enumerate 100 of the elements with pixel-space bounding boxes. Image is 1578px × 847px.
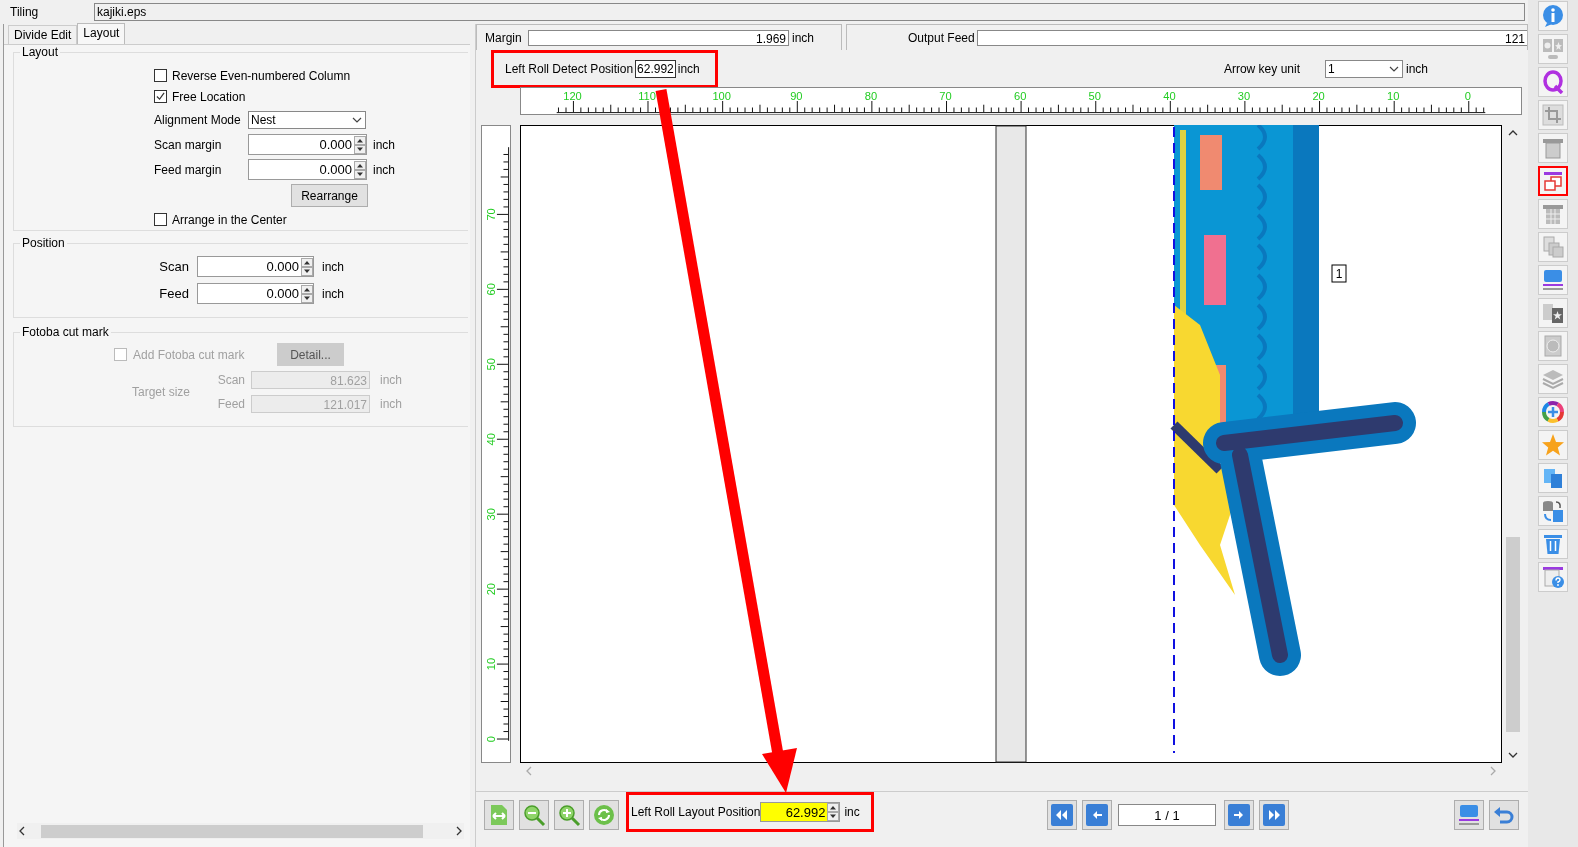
grid-button[interactable] bbox=[1538, 199, 1568, 229]
grid-icon bbox=[1541, 202, 1565, 226]
pages-icon bbox=[1541, 235, 1565, 259]
star-badge-button[interactable] bbox=[1538, 331, 1568, 361]
tray-badge-button[interactable] bbox=[1538, 265, 1568, 295]
unit-label: inch bbox=[373, 137, 395, 152]
trash-button[interactable] bbox=[1538, 529, 1568, 559]
info-button[interactable] bbox=[1538, 1, 1568, 31]
group-title: Layout bbox=[21, 45, 60, 59]
layout-position-field[interactable]: 62.992 bbox=[760, 802, 841, 822]
checkbox[interactable] bbox=[154, 90, 167, 103]
crop-button[interactable] bbox=[1538, 100, 1568, 130]
scrollbar-thumb[interactable] bbox=[41, 824, 423, 838]
spinner-icon[interactable] bbox=[354, 160, 366, 179]
star-cards-icon bbox=[1541, 301, 1565, 325]
scroll-up-icon[interactable] bbox=[1508, 128, 1518, 138]
documents-button[interactable] bbox=[1538, 463, 1568, 493]
next-page-button[interactable] bbox=[1224, 800, 1254, 830]
ruler-label: 50 bbox=[1088, 90, 1101, 103]
previous-page-button[interactable] bbox=[1082, 800, 1112, 830]
target-size-label: Target size bbox=[131, 385, 192, 399]
field-label: Arrow key unit bbox=[1223, 61, 1300, 76]
refresh-button[interactable] bbox=[589, 800, 619, 830]
unit-label: inc bbox=[844, 805, 860, 819]
ruler-label: 10 bbox=[485, 657, 498, 671]
spinner-icon[interactable] bbox=[301, 284, 313, 303]
field-label: Alignment Mode bbox=[154, 112, 242, 127]
layout-icon bbox=[1541, 169, 1565, 193]
spin-field[interactable]: 0.000 bbox=[248, 159, 367, 180]
spin-field[interactable]: 0.000 bbox=[248, 134, 367, 155]
horizontal-scrollbar[interactable] bbox=[17, 823, 464, 839]
spin-field[interactable]: 0.000 bbox=[197, 283, 314, 304]
ruler-label: 70 bbox=[485, 208, 498, 221]
checkbox[interactable] bbox=[154, 69, 167, 82]
spinner-icon[interactable] bbox=[827, 803, 840, 821]
next-page-icon bbox=[1227, 803, 1251, 827]
field-label: Output Feed bbox=[908, 30, 975, 45]
unit-label: inch bbox=[792, 30, 814, 45]
spinner-icon[interactable] bbox=[354, 135, 366, 154]
star-button[interactable] bbox=[1538, 430, 1568, 460]
unit-label: inch bbox=[677, 61, 700, 76]
unit-label: inch bbox=[379, 397, 403, 411]
spin-field[interactable]: 0.000 bbox=[197, 256, 314, 277]
scrollbar-thumb[interactable] bbox=[1506, 537, 1520, 732]
star-cards-button[interactable] bbox=[1538, 298, 1568, 328]
ruler-label: 110 bbox=[638, 90, 656, 103]
ring-icon bbox=[1541, 70, 1565, 94]
spinner-icon[interactable] bbox=[301, 257, 313, 276]
unit-label: inch bbox=[322, 259, 345, 274]
trash-icon bbox=[1541, 532, 1565, 556]
ring-button[interactable] bbox=[1538, 67, 1568, 97]
output-feed-field[interactable]: 121 bbox=[976, 29, 1527, 46]
tab[interactable]: Divide Edit bbox=[8, 25, 78, 44]
scroll-left-icon[interactable] bbox=[17, 826, 27, 836]
field-label: Feed margin bbox=[154, 162, 223, 177]
zoom-in-button[interactable] bbox=[554, 800, 584, 830]
zoom-out-icon bbox=[522, 803, 546, 827]
layout-canvas[interactable]: 1 bbox=[520, 125, 1502, 763]
checkbox[interactable] bbox=[154, 213, 167, 226]
target-size-field: 121.017 bbox=[251, 395, 370, 413]
field-label: Scan bbox=[216, 373, 246, 387]
checkbox-label: Free Location bbox=[172, 89, 246, 104]
arrow-key-unit-select[interactable]: 1 bbox=[1325, 59, 1403, 78]
unit-label: inch bbox=[322, 286, 345, 301]
ruler-label: 80 bbox=[864, 90, 878, 103]
documents-icon bbox=[1541, 466, 1565, 490]
last-page-icon bbox=[1262, 803, 1286, 827]
layout-button[interactable] bbox=[1538, 166, 1568, 196]
checkbox-label: Reverse Even-numbered Column bbox=[172, 68, 351, 83]
printer-button[interactable] bbox=[1538, 133, 1568, 163]
rearrange-button[interactable]: Rearrange bbox=[291, 184, 368, 207]
undo-button[interactable] bbox=[1489, 800, 1519, 830]
help-button[interactable] bbox=[1538, 562, 1568, 592]
first-page-icon bbox=[1050, 803, 1074, 827]
scroll-down-icon[interactable] bbox=[1508, 750, 1518, 760]
previous-page-icon bbox=[1085, 803, 1109, 827]
unit-label: inch bbox=[373, 162, 395, 177]
last-page-button[interactable] bbox=[1259, 800, 1289, 830]
tray-badge-icon bbox=[1541, 268, 1565, 292]
fit-page-button[interactable] bbox=[484, 800, 514, 830]
ruler-label: 20 bbox=[485, 582, 498, 596]
alignment-mode-select[interactable]: Nest bbox=[248, 110, 366, 129]
chevron-down-icon bbox=[1389, 65, 1399, 72]
ruler-label: 30 bbox=[485, 507, 498, 521]
tile-number-box bbox=[1331, 264, 1347, 283]
page-indicator: 1 / 1 bbox=[1118, 804, 1216, 826]
ruler-label: 120 bbox=[563, 90, 582, 103]
first-page-button[interactable] bbox=[1047, 800, 1077, 830]
print-button[interactable] bbox=[1454, 800, 1484, 830]
help-icon bbox=[1541, 565, 1565, 589]
tab[interactable]: Layout bbox=[77, 23, 126, 44]
color-wheel-button[interactable] bbox=[1538, 397, 1568, 427]
zoom-in-icon bbox=[557, 803, 581, 827]
ruler-label: 70 bbox=[939, 90, 952, 103]
printer-icon bbox=[1541, 136, 1565, 160]
zoom-out-button[interactable] bbox=[519, 800, 549, 830]
field-label: Margin bbox=[485, 30, 523, 45]
scroll-right-icon[interactable] bbox=[454, 826, 464, 836]
database-button[interactable] bbox=[1538, 496, 1568, 526]
margin-field[interactable]: 1.969 bbox=[528, 29, 789, 46]
